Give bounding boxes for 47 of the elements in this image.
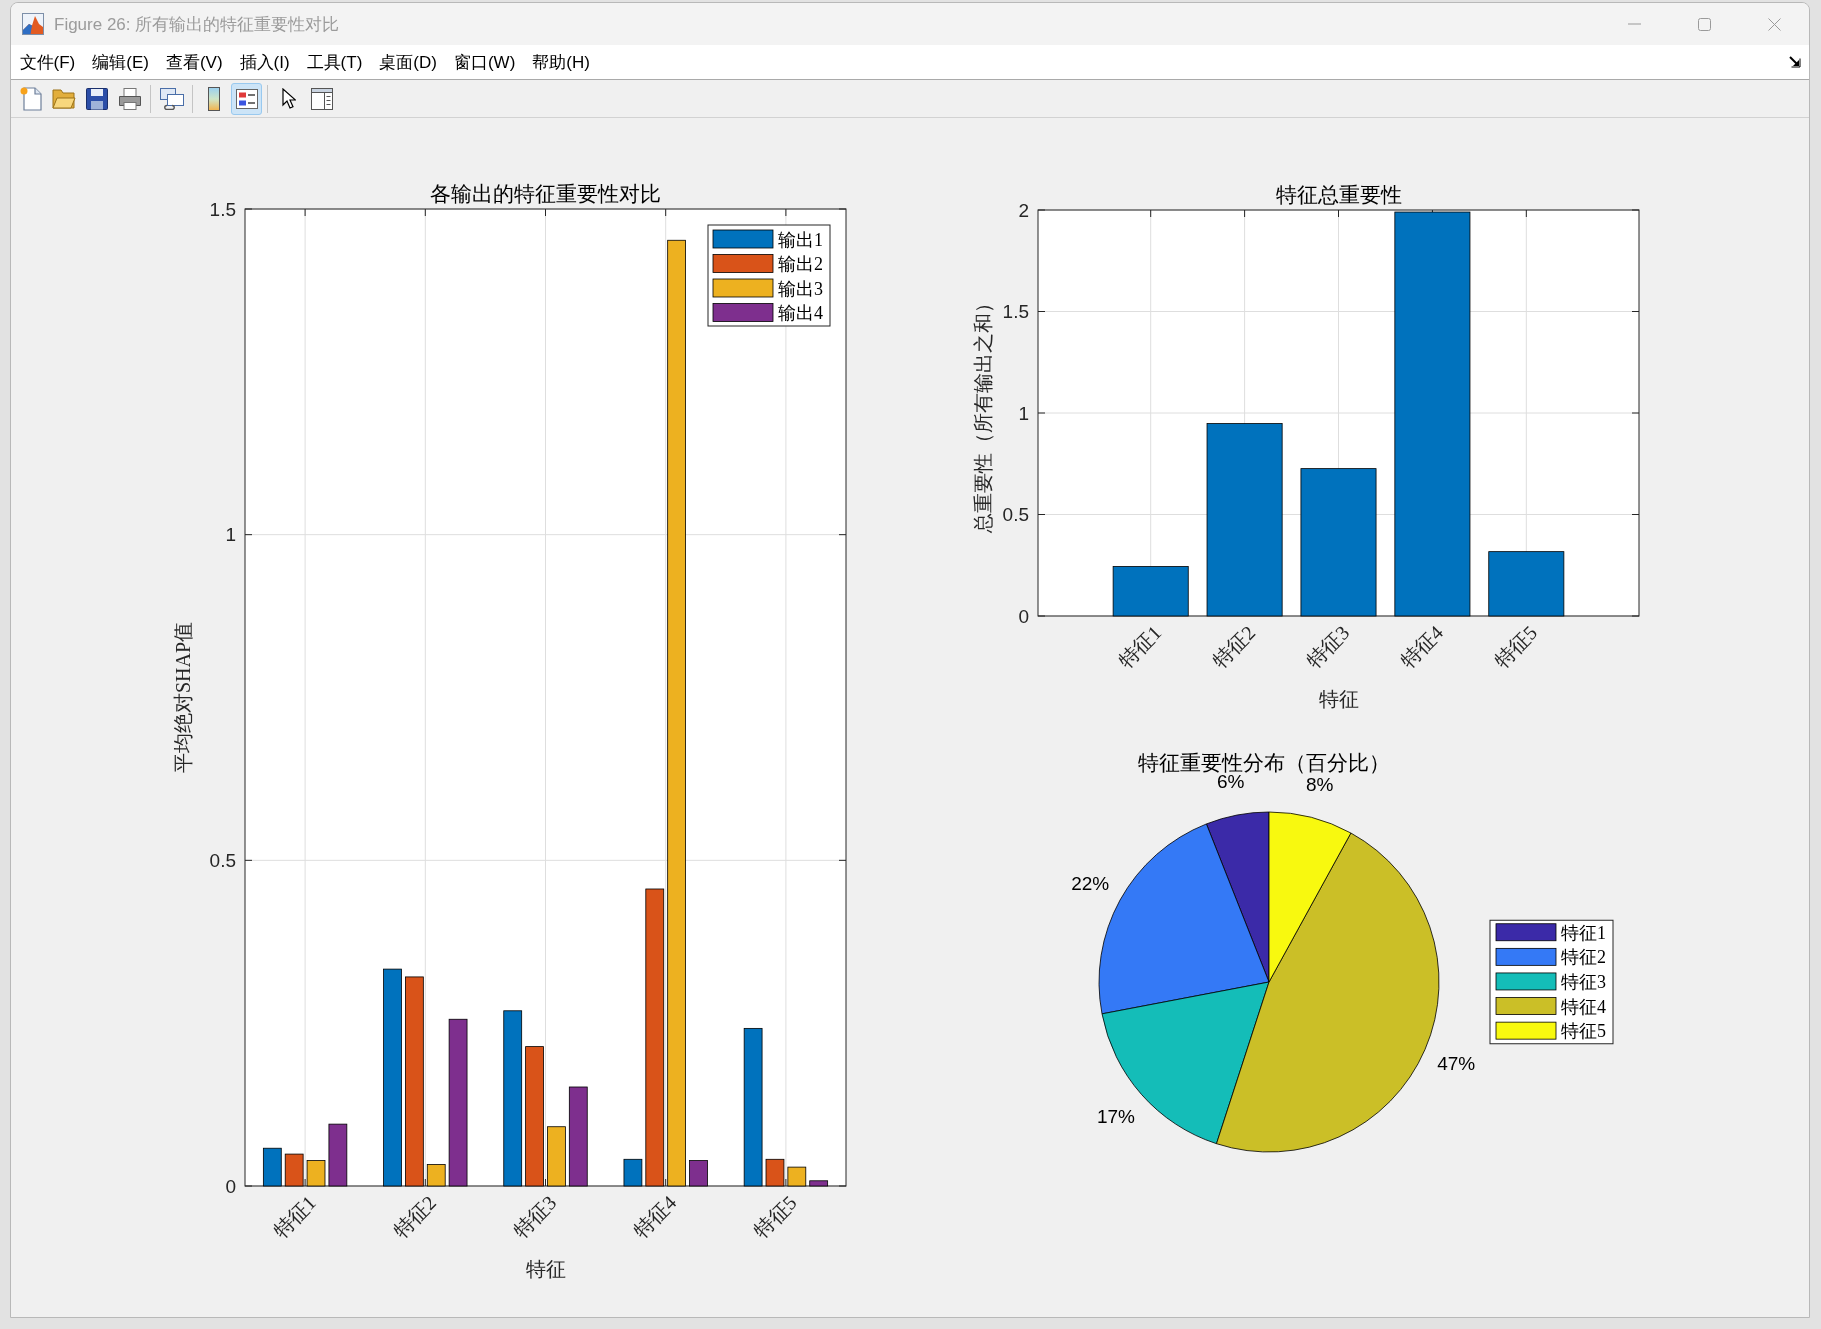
- y-tick-label: 1: [1018, 402, 1029, 424]
- x-tick-label: 特征3: [1302, 621, 1354, 673]
- chart-title: 特征重要性分布（百分比）: [1138, 751, 1390, 775]
- y-axis-label: 平均绝对SHAP值: [172, 621, 194, 774]
- y-tick-label: 0: [1018, 605, 1029, 627]
- percent-label: 8%: [1306, 773, 1334, 795]
- legend-icon[interactable]: [235, 88, 258, 109]
- y-axis-label: 总重要性（所有输出之和）: [972, 293, 994, 533]
- x-tick-label: 特征2: [1208, 621, 1260, 673]
- percent-label: 22%: [1071, 873, 1110, 895]
- x-axis-label: 特征: [525, 1258, 566, 1280]
- x-tick-label: 特征1: [1114, 621, 1166, 673]
- folder-icon[interactable]: [51, 88, 76, 109]
- y-tick-label: 2: [1018, 199, 1029, 221]
- percent-label: 17%: [1096, 1106, 1135, 1128]
- y-tick-label: 0.5: [209, 849, 236, 871]
- x-tick-label: 特征5: [749, 1191, 801, 1243]
- legend-label: 输出3: [778, 278, 823, 299]
- legend-label: 特征5: [1561, 1021, 1606, 1042]
- legend-label: 特征1: [1561, 922, 1606, 943]
- x-axis-label: 特征: [1318, 688, 1359, 710]
- close-icon[interactable]: [1767, 17, 1781, 31]
- legend-label: 输出2: [778, 254, 823, 274]
- pointer-icon[interactable]: [281, 88, 296, 109]
- window-title: Figure 26: 所有输出的特征重要性对比: [54, 13, 340, 36]
- maximize-icon[interactable]: [1697, 17, 1711, 31]
- percent-label: 47%: [1437, 1052, 1476, 1074]
- y-tick-label: 1.5: [1002, 301, 1029, 322]
- x-tick-label: 特征1: [268, 1191, 320, 1243]
- chart-title: 特征总重要性: [1275, 183, 1402, 207]
- x-tick-label: 特征2: [389, 1191, 441, 1243]
- x-tick-label: 特征3: [509, 1191, 561, 1243]
- legend-label: 特征2: [1561, 947, 1606, 968]
- chart-title: 各输出的特征重要性对比: [430, 182, 661, 206]
- y-tick-label: 0: [225, 1175, 236, 1197]
- legend-label: 输出4: [778, 303, 823, 323]
- x-tick-label: 特征4: [629, 1191, 681, 1243]
- colorbar-icon[interactable]: [207, 86, 220, 111]
- x-tick-label: 特征5: [1490, 621, 1542, 673]
- y-tick-label: 0.5: [1002, 504, 1029, 525]
- legend-label: 输出1: [778, 229, 823, 250]
- y-tick-label: 1.5: [209, 198, 236, 220]
- app-icon: [22, 13, 44, 35]
- legend-label: 特征3: [1561, 971, 1606, 992]
- legend-label: 特征4: [1561, 996, 1606, 1017]
- y-tick-label: 1: [225, 524, 236, 546]
- x-tick-label: 特征4: [1396, 621, 1448, 673]
